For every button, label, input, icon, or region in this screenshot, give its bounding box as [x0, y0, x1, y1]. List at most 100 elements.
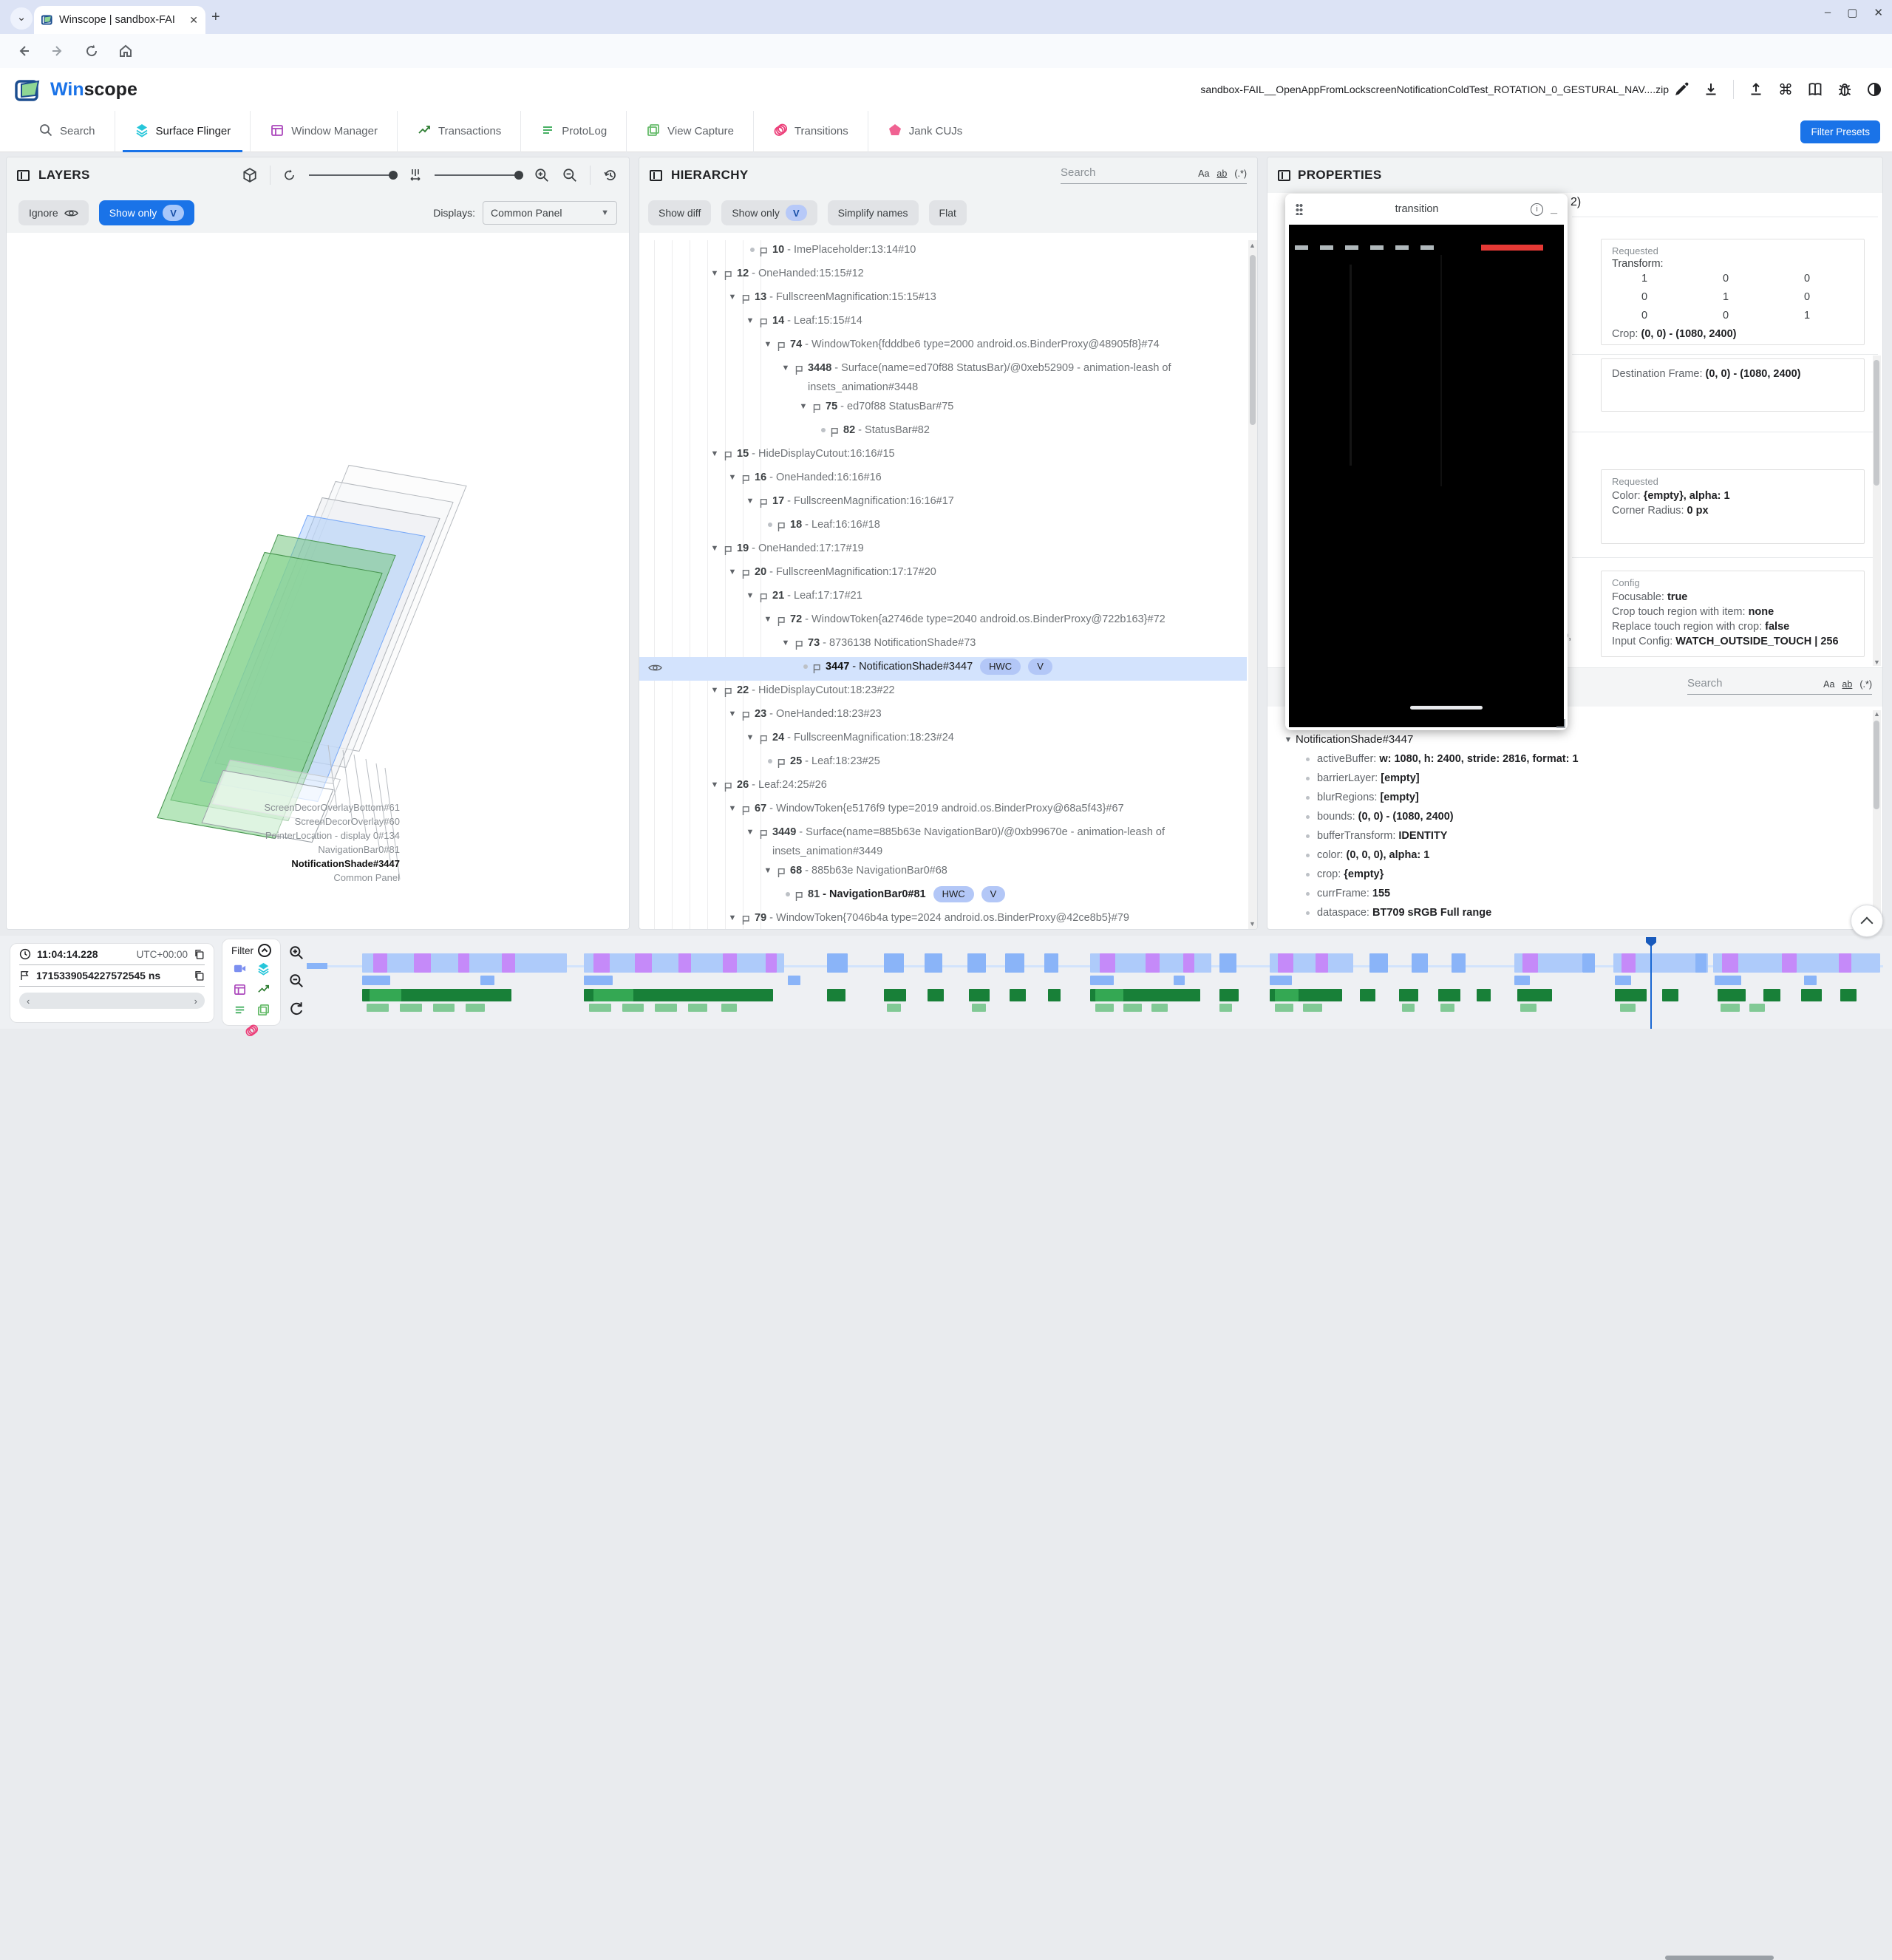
tab-close-icon[interactable]: ✕	[189, 14, 198, 27]
trace-event-segment[interactable]	[1782, 953, 1796, 973]
curr-search[interactable]: Search Aa ab (.*)	[1687, 677, 1872, 695]
trace-event-segment[interactable]	[1840, 989, 1856, 1001]
expand-arrow-icon[interactable]: ▼	[725, 799, 740, 818]
properties-scrollbar[interactable]: ▼	[1873, 355, 1881, 666]
zoom-in-icon[interactable]	[288, 945, 304, 961]
layer-label[interactable]: Common Panel	[95, 871, 400, 885]
3d-view-icon[interactable]	[242, 167, 258, 183]
eye-icon[interactable]	[648, 660, 662, 679]
trace-event-segment[interactable]	[593, 953, 609, 973]
trace-event-segment[interactable]	[1721, 1004, 1740, 1012]
hierarchy-node-21[interactable]: ▼21 - Leaf:17:17#21	[639, 586, 1247, 610]
download-icon[interactable]	[1704, 82, 1718, 97]
expand-arrow-icon[interactable]: ▼	[760, 335, 775, 354]
curr-property-row[interactable]: bufferTransform: IDENTITY	[1306, 826, 1868, 845]
filter-presets-button[interactable]: Filter Presets	[1800, 120, 1880, 143]
hierarchy-node-20[interactable]: ▼20 - FullscreenMagnification:17:17#20	[639, 562, 1247, 586]
trace-event-segment[interactable]	[1477, 989, 1491, 1001]
hierarchy-node-19[interactable]: ▼19 - OneHanded:17:17#19	[639, 539, 1247, 562]
window-maximize-icon[interactable]: ▢	[1847, 6, 1857, 19]
hierarchy-node-17[interactable]: ▼17 - FullscreenMagnification:16:16#17	[639, 491, 1247, 515]
trace-event-segment[interactable]	[1718, 989, 1746, 1001]
expand-arrow-icon[interactable]: ▼	[707, 681, 722, 700]
rotation-icon[interactable]	[282, 168, 297, 183]
trace-event-segment[interactable]	[928, 989, 943, 1001]
trace-event-segment[interactable]	[1316, 953, 1328, 973]
window-manager-icon[interactable]	[233, 982, 247, 1000]
current-timestamp-ns[interactable]: 1715339054227572545 ns	[36, 970, 188, 981]
layers-3d-canvas[interactable]: ScreenDecorOverlayBottom#61ScreenDecorOv…	[7, 239, 629, 929]
tab-surface-flinger[interactable]: Surface Flinger	[115, 111, 251, 152]
trace-event-segment[interactable]	[593, 989, 633, 1001]
trace-event-segment[interactable]	[1219, 1004, 1232, 1012]
spacing-slider[interactable]	[435, 174, 522, 176]
trace-event-segment[interactable]	[1369, 953, 1389, 973]
collapse-panel-icon[interactable]	[17, 170, 30, 181]
trace-event-segment[interactable]	[466, 1004, 485, 1012]
hierarchy-node-14[interactable]: ▼14 - Leaf:15:15#14	[639, 311, 1247, 335]
expand-arrow-icon[interactable]: ▼	[725, 908, 740, 928]
flat-chip[interactable]: Flat	[929, 200, 967, 225]
trace-event-segment[interactable]	[1582, 953, 1595, 973]
trace-event-segment[interactable]	[414, 953, 431, 973]
match-word-icon[interactable]: ab	[1216, 169, 1227, 179]
curr-property-row[interactable]: dataspace: BT709 sRGB Full range	[1306, 903, 1868, 922]
trace-event-segment[interactable]	[362, 976, 390, 985]
transitions-icon[interactable]	[245, 1024, 259, 1041]
regex-icon[interactable]: (.*)	[1234, 169, 1247, 179]
trace-event-segment[interactable]	[827, 953, 848, 973]
trace-event-segment[interactable]	[1749, 1004, 1765, 1012]
hierarchy-node-23[interactable]: ▼23 - OneHanded:18:23#23	[639, 704, 1247, 728]
drag-handle-icon[interactable]	[1296, 203, 1303, 215]
tab-jank-cujs[interactable]: Jank CUJs	[868, 111, 982, 152]
tab-window-manager[interactable]: Window Manager	[251, 111, 397, 152]
trace-event-segment[interactable]	[1695, 953, 1706, 973]
hierarchy-search[interactable]: Search Aa ab (.*)	[1061, 166, 1247, 184]
trace-event-segment[interactable]	[1514, 976, 1530, 985]
screen-recording-icon[interactable]	[233, 962, 247, 979]
trace-event-segment[interactable]	[1522, 953, 1538, 973]
trace-event-segment[interactable]	[884, 989, 906, 1001]
expand-arrow-icon[interactable]: ▼	[707, 539, 722, 558]
protolog-icon[interactable]	[233, 1003, 247, 1021]
layer-label[interactable]: NavigationBar0#81	[95, 843, 400, 857]
trace-event-segment[interactable]	[1010, 989, 1025, 1001]
hierarchy-scrollbar[interactable]: ▲ ▼	[1248, 240, 1257, 929]
trace-event-segment[interactable]	[655, 1004, 677, 1012]
curr-property-row[interactable]: activeBuffer: w: 1080, h: 2400, stride: …	[1306, 749, 1868, 769]
trace-event-segment[interactable]	[433, 1004, 455, 1012]
expand-arrow-icon[interactable]: ▼	[778, 633, 793, 653]
timeline-cursor[interactable]	[1650, 937, 1652, 1029]
trace-event-segment[interactable]	[1662, 989, 1678, 1001]
zoom-out-icon[interactable]	[288, 973, 304, 989]
tab-view-capture[interactable]: View Capture	[627, 111, 753, 152]
layer-label[interactable]: NotificationShade#3447	[95, 857, 400, 871]
expand-arrow-icon[interactable]: ▼	[707, 264, 722, 283]
upload-icon[interactable]	[1749, 82, 1763, 97]
hierarchy-node-15[interactable]: ▼15 - HideDisplayCutout:16:16#15	[639, 444, 1247, 468]
collapse-panel-icon[interactable]	[1278, 170, 1290, 181]
expand-arrow-icon[interactable]: ▼	[743, 586, 758, 605]
zoom-out-icon[interactable]	[562, 167, 578, 183]
transactions-icon[interactable]	[256, 982, 270, 1000]
trace-event-segment[interactable]	[1275, 1004, 1294, 1012]
timeline-hscroll-thumb[interactable]	[1665, 1956, 1774, 1960]
expand-arrow-icon[interactable]: ▼	[743, 311, 758, 330]
trace-event-segment[interactable]	[925, 953, 942, 973]
tab-protolog[interactable]: ProtoLog	[521, 111, 626, 152]
trace-event-segment[interactable]	[788, 976, 800, 985]
trace-event-segment[interactable]	[1402, 1004, 1415, 1012]
hierarchy-node-22[interactable]: ▼22 - HideDisplayCutout:18:23#22	[639, 681, 1247, 704]
trace-event-segment[interactable]	[721, 1004, 737, 1012]
match-case-icon[interactable]: Aa	[1198, 169, 1209, 179]
edit-icon[interactable]	[1674, 82, 1689, 97]
hierarchy-node-67[interactable]: ▼67 - WindowToken{e5176f9 type=2019 andr…	[639, 799, 1247, 823]
hierarchy-node-10[interactable]: 10 - ImePlaceholder:13:14#10	[639, 240, 1247, 264]
expand-arrow-icon[interactable]: ▼	[760, 861, 775, 880]
trace-event-segment[interactable]	[635, 953, 652, 973]
match-word-icon[interactable]: ab	[1842, 679, 1852, 690]
hierarchy-node-82[interactable]: 82 - StatusBar#82	[639, 421, 1247, 444]
layer-label[interactable]: ScreenDecorOverlay#60	[95, 814, 400, 828]
trace-event-segment[interactable]	[1303, 1004, 1322, 1012]
scroll-left-icon[interactable]: ‹	[27, 996, 30, 1007]
